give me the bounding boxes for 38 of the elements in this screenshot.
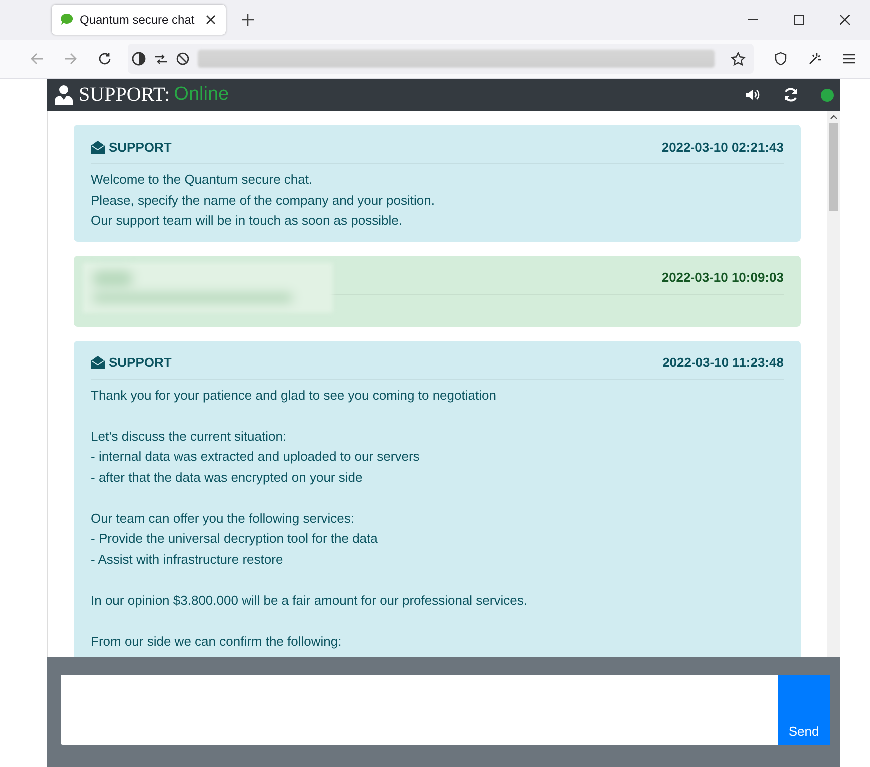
sender-name: SUPPORT xyxy=(109,140,172,154)
close-icon[interactable] xyxy=(840,15,850,25)
scroll-up-icon[interactable] xyxy=(830,114,838,120)
chat-bubble-icon xyxy=(60,13,74,27)
chat-title: SUPPORT: xyxy=(79,84,170,106)
sparkle-icon[interactable] xyxy=(808,52,822,66)
timestamp: 2022-03-10 11:23:48 xyxy=(662,355,784,370)
message-text: Thank you for your patience and glad to see you coming to negotiation xyxy=(91,386,498,405)
user-icon xyxy=(55,85,73,105)
status-text: Online xyxy=(174,84,230,106)
menu-icon[interactable] xyxy=(842,52,856,66)
timestamp: 2022-03-10 10:09:03 xyxy=(662,270,784,285)
envelope-icon xyxy=(91,356,105,369)
reload-icon[interactable] xyxy=(98,52,112,66)
shield-icon[interactable] xyxy=(774,52,788,66)
browser-tab[interactable]: Quantum secure chat xyxy=(52,5,226,35)
envelope-icon xyxy=(91,140,105,154)
sender-name: SUPPORT xyxy=(109,355,172,370)
star-icon[interactable] xyxy=(731,52,746,66)
blocked-icon[interactable] xyxy=(176,52,190,66)
message-text: Welcome to the Quantum secure chat. Please, specify the name of the company and your position. Our support team will be in touch as soon as possible. xyxy=(91,171,436,230)
message-input[interactable] xyxy=(61,675,778,745)
message-text: From our side we can confirm the following: xyxy=(91,632,343,651)
contrast-icon[interactable] xyxy=(132,52,146,66)
close-icon[interactable] xyxy=(206,15,216,25)
maximize-icon[interactable] xyxy=(794,15,804,25)
address-field[interactable] xyxy=(128,44,754,74)
message-text: Our team can offer you the following services: - Provide the universal decryption tool for the data - Assist with infrastructure restore xyxy=(91,510,379,568)
permissions-icon[interactable] xyxy=(154,52,168,66)
message-text: Let’s discuss the current situation: - internal data was extracted and uploaded to our servers - after that the data was encrypted on your side xyxy=(91,428,421,487)
new-tab-icon[interactable] xyxy=(242,14,254,26)
send-button[interactable]: Send xyxy=(778,675,830,745)
scrollbar[interactable] xyxy=(827,111,840,657)
refresh-icon[interactable] xyxy=(783,87,799,103)
speaker-icon[interactable] xyxy=(745,88,761,102)
timestamp: 2022-03-10 02:21:43 xyxy=(662,140,784,154)
scrollbar-thumb[interactable] xyxy=(829,123,838,211)
message-text: In our opinion $3.800.000 will be a fair amount for our professional services. xyxy=(91,592,528,610)
